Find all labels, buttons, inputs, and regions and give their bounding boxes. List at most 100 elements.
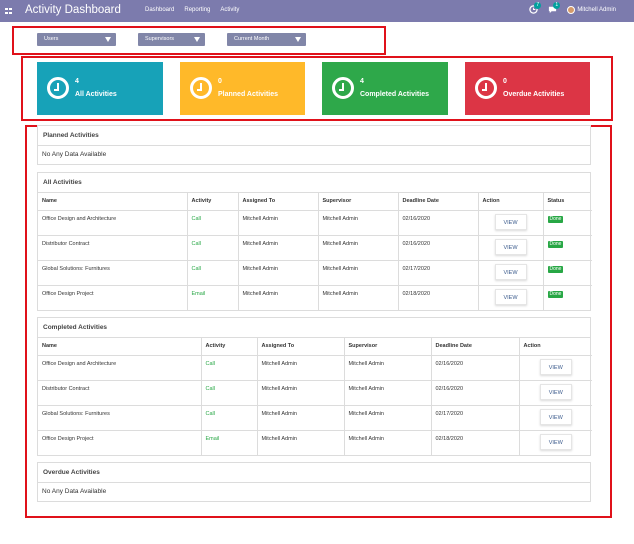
cell-action: VIEW (478, 210, 544, 236)
table-row: Office Design and Architecture Call Mitc… (38, 355, 592, 381)
cell-activity: Email (201, 430, 258, 455)
clock-icon (332, 77, 354, 99)
cell-assigned: Mitchell Admin (238, 260, 319, 286)
status-badge: Done (547, 240, 564, 248)
cell-action: VIEW (478, 285, 544, 310)
column-header: Name (38, 338, 202, 356)
cell-deadline: 02/16/2020 (431, 380, 520, 406)
card-label: Completed Activities (360, 91, 429, 98)
table-row: Distributor Contract Call Mitchell Admin… (38, 235, 592, 261)
card-completed-activities[interactable]: 4 Completed Activities (322, 62, 448, 115)
card-all-activities[interactable]: 4 All Activities (37, 62, 163, 115)
panel-title: Completed Activities (38, 318, 590, 338)
table-row: Office Design Project Email Mitchell Adm… (38, 285, 592, 310)
cell-deadline: 02/18/2020 (431, 430, 520, 455)
clock-icon (190, 77, 212, 99)
period-filter-select[interactable]: Current Month (227, 33, 306, 46)
column-header: Deadline Date (431, 338, 520, 356)
chevron-down-icon (105, 37, 111, 42)
cell-supervisor: Mitchell Admin (318, 285, 399, 310)
table-row: Global Solutions: Furnitures Call Mitche… (38, 260, 592, 286)
cell-action: VIEW (519, 355, 592, 381)
cell-supervisor: Mitchell Admin (344, 355, 432, 381)
empty-message: No Any Data Available (42, 488, 107, 495)
card-label: Planned Activities (218, 91, 279, 98)
cell-name: Distributor Contract (38, 380, 202, 406)
cell-supervisor: Mitchell Admin (318, 260, 399, 286)
panel-title: All Activities (38, 173, 590, 193)
supervisors-filter-value: Supervisors (145, 36, 175, 42)
cell-assigned: Mitchell Admin (238, 210, 319, 236)
column-header: Assigned To (238, 193, 319, 211)
avatar (567, 5, 576, 14)
view-button[interactable]: VIEW (494, 238, 527, 255)
cell-action: VIEW (519, 405, 592, 431)
view-button[interactable]: VIEW (539, 433, 572, 450)
cell-deadline: 02/16/2020 (398, 235, 479, 261)
completed-activities-panel: Completed Activities Name Activity Assig… (37, 317, 592, 456)
status-badge: Done (547, 290, 564, 298)
cell-name: Office Design and Architecture (38, 210, 188, 236)
view-button[interactable]: VIEW (539, 383, 572, 400)
cell-assigned: Mitchell Admin (257, 380, 345, 406)
cell-supervisor: Mitchell Admin (344, 405, 432, 431)
activity-count-badge: 7 (534, 2, 542, 9)
empty-message: No Any Data Available (42, 151, 107, 158)
menu-activity[interactable]: Activity (220, 7, 239, 13)
app-title: Activity Dashboard (25, 4, 121, 16)
all-activities-panel: All Activities Name Activity Assigned To… (37, 172, 592, 311)
cell-assigned: Mitchell Admin (257, 355, 345, 381)
card-overdue-activities[interactable]: 0 Overdue Activities (465, 62, 590, 115)
overdue-activities-panel: Overdue Activities No Any Data Available (37, 462, 591, 502)
clock-icon (475, 77, 497, 99)
planned-activities-panel: Planned Activities No Any Data Available (37, 125, 591, 165)
cell-action: VIEW (519, 430, 592, 455)
activity-clock-icon[interactable]: 7 (529, 2, 542, 14)
chevron-down-icon (295, 37, 301, 42)
column-header: Action (478, 193, 544, 211)
card-planned-activities[interactable]: 0 Planned Activities (180, 62, 305, 115)
clock-icon (47, 77, 69, 99)
card-count: 0 (218, 78, 222, 85)
cell-status: Done (543, 285, 592, 310)
card-count: 4 (360, 78, 364, 85)
column-header: Deadline Date (398, 193, 479, 211)
cell-status: Done (543, 260, 592, 286)
users-filter-value: Users (44, 36, 59, 42)
card-count: 0 (503, 78, 507, 85)
supervisors-filter-select[interactable]: Supervisors (138, 33, 205, 46)
cell-assigned: Mitchell Admin (257, 430, 345, 455)
cell-activity: Call (187, 260, 239, 286)
table-row: Distributor Contract Call Mitchell Admin… (38, 380, 592, 406)
table-row: Office Design and Architecture Call Mitc… (38, 210, 592, 236)
cell-action: VIEW (478, 235, 544, 261)
column-header: Supervisor (318, 193, 399, 211)
cell-name: Office Design and Architecture (38, 355, 202, 381)
cell-status: Done (543, 235, 592, 261)
column-header: Assigned To (257, 338, 345, 356)
messages-count-badge: 1 (553, 2, 561, 9)
users-filter-select[interactable]: Users (37, 33, 116, 46)
column-header: Supervisor (344, 338, 432, 356)
column-header: Activity (201, 338, 258, 356)
cell-supervisor: Mitchell Admin (318, 210, 399, 236)
messages-icon[interactable]: 1 (548, 2, 561, 14)
cell-supervisor: Mitchell Admin (344, 380, 432, 406)
menu-dashboard[interactable]: Dashboard (145, 7, 174, 13)
apps-menu-icon[interactable] (5, 8, 12, 14)
cell-activity: Call (201, 355, 258, 381)
top-navbar: Activity Dashboard Dashboard Reporting A… (0, 0, 634, 22)
view-button[interactable]: VIEW (494, 213, 527, 230)
view-button[interactable]: VIEW (539, 358, 572, 375)
cell-name: Global Solutions: Furnitures (38, 260, 188, 286)
cell-activity: Call (187, 235, 239, 261)
user-menu[interactable]: Mitchell Admin (567, 5, 616, 14)
cell-activity: Call (201, 380, 258, 406)
menu-reporting[interactable]: Reporting (184, 7, 210, 13)
view-button[interactable]: VIEW (494, 263, 527, 280)
view-button[interactable]: VIEW (539, 408, 572, 425)
view-button[interactable]: VIEW (494, 288, 527, 305)
column-header: Name (38, 193, 188, 211)
cell-status: Done (543, 210, 592, 236)
cell-assigned: Mitchell Admin (257, 405, 345, 431)
